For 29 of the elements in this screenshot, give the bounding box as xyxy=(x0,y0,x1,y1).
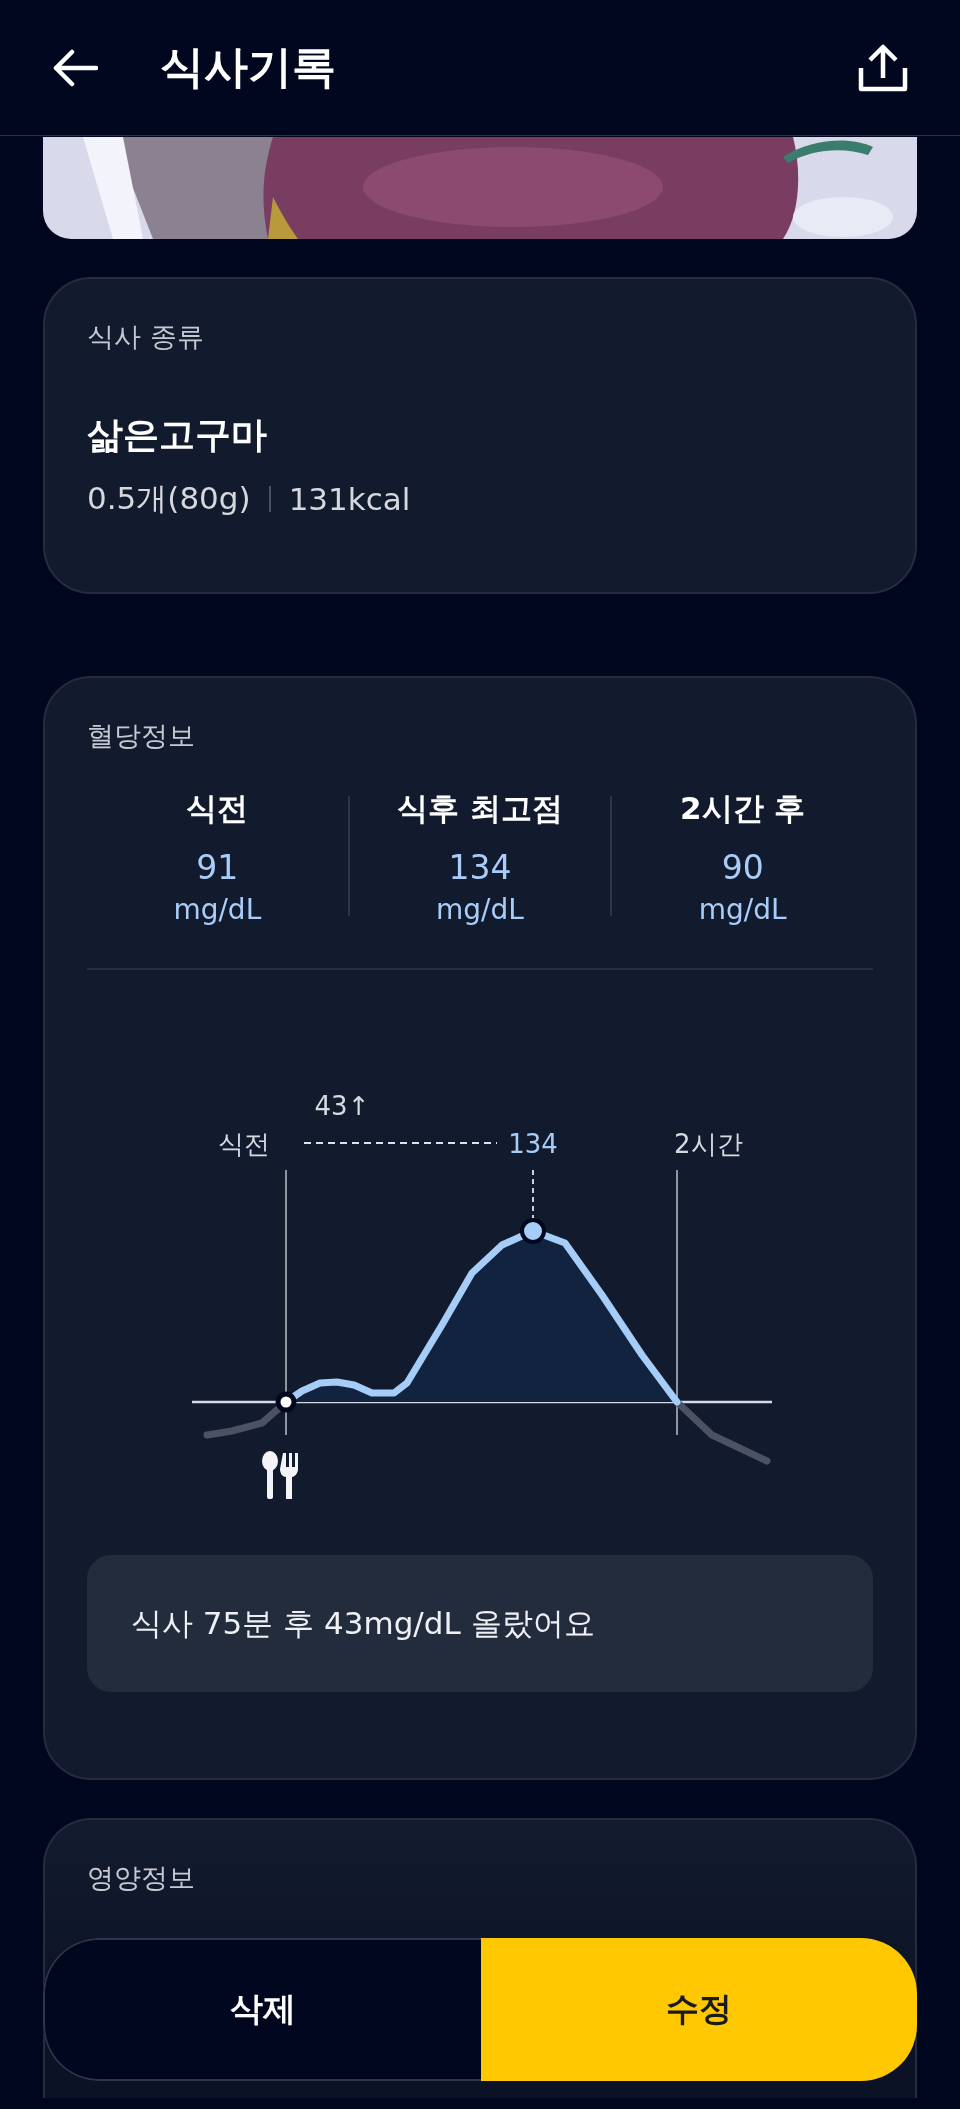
page-title: 식사기록 xyxy=(160,40,337,94)
fork-spoon-icon xyxy=(262,1451,298,1499)
section-label: 식사 종류 xyxy=(87,320,204,354)
summary-text: 식사 75분 후 43mg/dL 올랐어요 xyxy=(131,1603,595,1643)
stat-value: 90 xyxy=(721,848,764,887)
start-dot xyxy=(275,1391,297,1413)
share-icon[interactable] xyxy=(858,43,908,92)
food-name: 삶은고구마 xyxy=(87,413,267,457)
chart-label: 식전 xyxy=(218,1129,270,1159)
stat-unit: mg/dL xyxy=(173,893,262,926)
stat-value: 91 xyxy=(196,848,239,887)
chart-label: 2시간 xyxy=(674,1129,743,1159)
section-label: 영양정보 xyxy=(87,1861,195,1895)
delete-button[interactable]: 삭제 xyxy=(43,1938,481,2081)
stat-label: 식후 최고점 xyxy=(397,789,563,828)
peak-label: 134 xyxy=(508,1129,558,1159)
stat-label: 2시간 후 xyxy=(679,789,806,828)
edit-button[interactable]: 수정 xyxy=(481,1938,917,2081)
stat-value: 134 xyxy=(448,848,512,887)
stat-unit: mg/dL xyxy=(698,893,787,926)
rise-label: 43↑ xyxy=(314,1091,370,1121)
peak-dot xyxy=(520,1218,546,1244)
back-arrow-icon[interactable] xyxy=(52,47,98,88)
stat-label: 식전 xyxy=(186,789,249,828)
serving-amount: 0.5개(80g) xyxy=(87,479,251,518)
section-label: 혈당정보 xyxy=(87,719,195,753)
leader-line xyxy=(532,1169,534,1221)
calories: 131kcal xyxy=(288,481,411,517)
stat-unit: mg/dL xyxy=(436,893,524,926)
